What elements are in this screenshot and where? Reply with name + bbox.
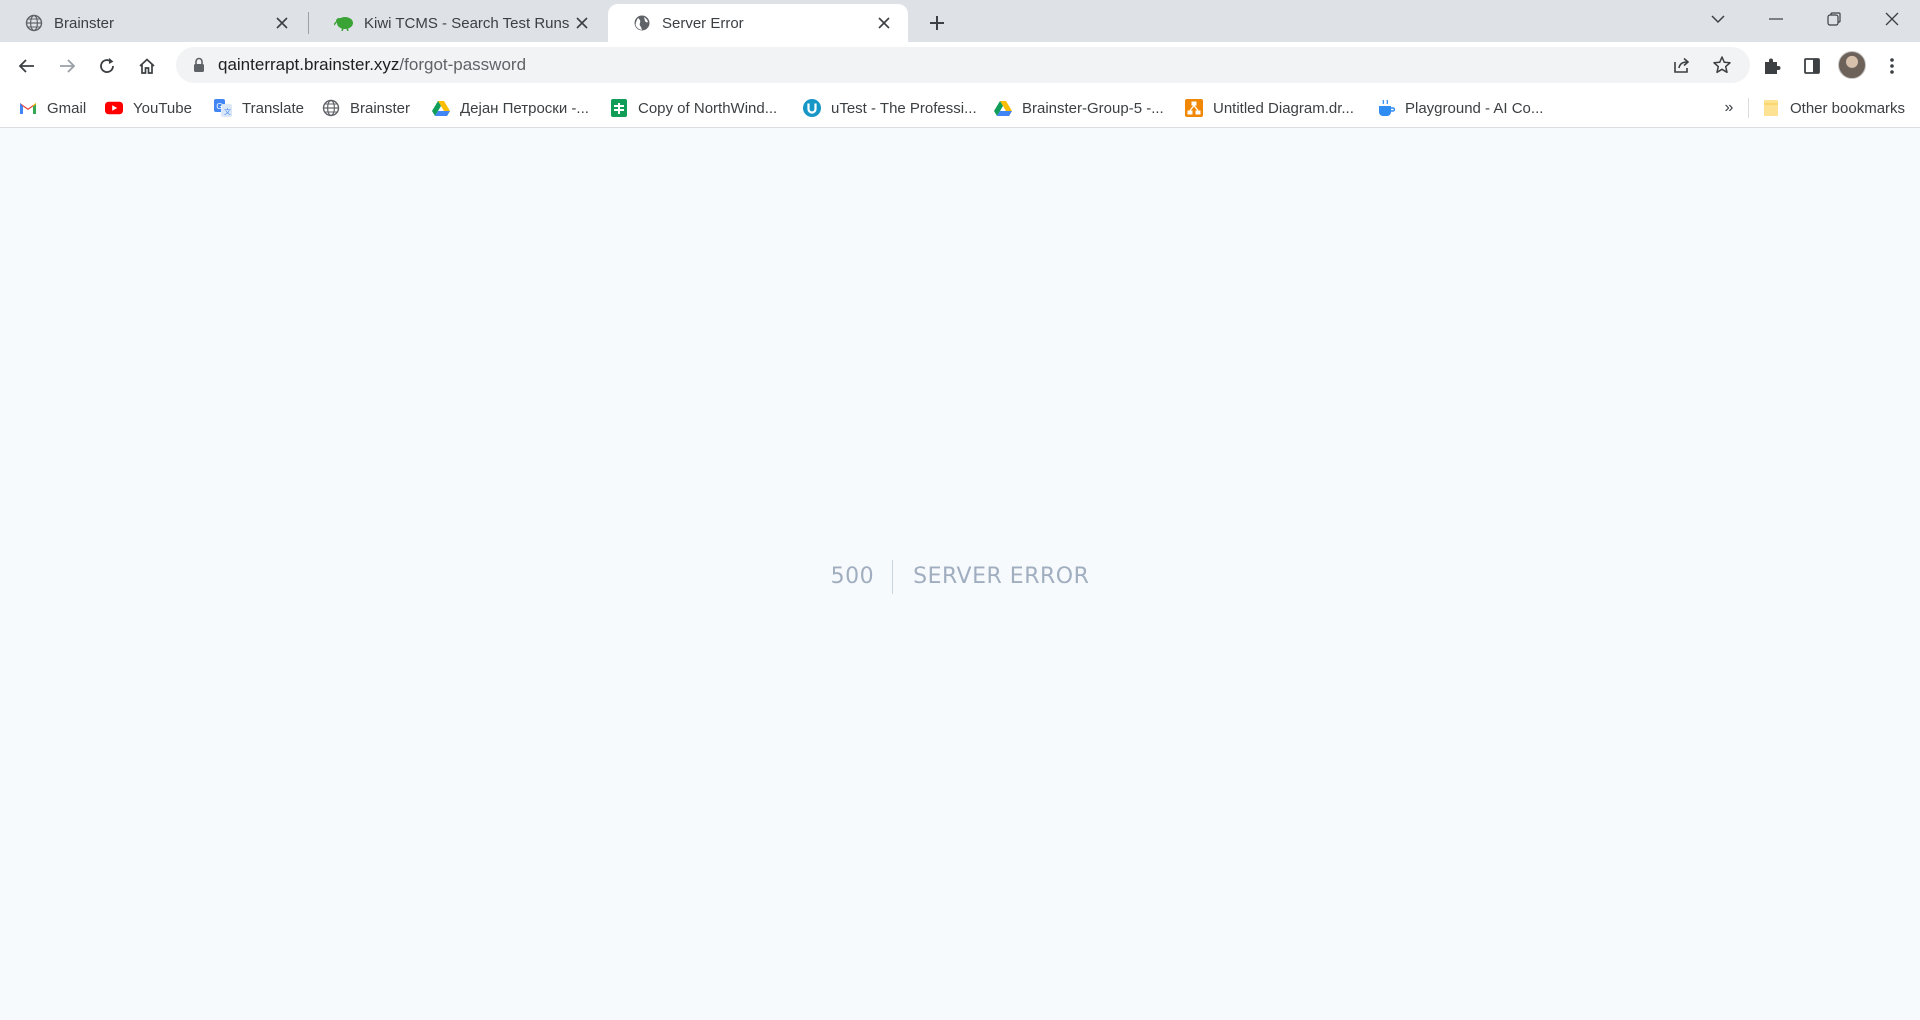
new-tab-button[interactable] <box>922 8 952 38</box>
bookmark-star-button[interactable] <box>1708 51 1736 79</box>
bookmark-label: Playground - AI Co... <box>1405 99 1544 117</box>
bookmarks-overflow-button[interactable]: » <box>1718 96 1740 120</box>
reload-icon <box>100 58 114 73</box>
star-icon <box>1713 56 1731 74</box>
other-bookmarks-label: Other bookmarks <box>1790 99 1906 117</box>
bookmark-label: Brainster-Group-5 -... <box>1022 99 1164 117</box>
url-text[interactable]: qainterrapt.brainster.xyz/forgot-passwor… <box>218 47 526 83</box>
utest-icon <box>803 99 821 117</box>
plus-icon <box>930 16 944 30</box>
arrow-left-icon <box>18 59 34 73</box>
tab-strip: Brainster Kiwi TCMS - Search Test Runs S… <box>0 0 1920 42</box>
bookmark-northwind[interactable]: Copy of NorthWind... <box>610 96 777 120</box>
error-message-block: 500 Server Error <box>831 559 1090 594</box>
tab-title: Brainster <box>54 14 115 32</box>
bookmark-label: Brainster <box>350 99 411 117</box>
tab-kiwi-tcms[interactable]: Kiwi TCMS - Search Test Runs <box>310 4 606 42</box>
minimize-icon <box>1769 18 1783 20</box>
bookmark-label: Untitled Diagram.dr... <box>1213 99 1354 117</box>
restore-button[interactable] <box>1806 0 1862 38</box>
browser-toolbar: qainterrapt.brainster.xyz/forgot-passwor… <box>0 42 1920 88</box>
address-bar[interactable]: qainterrapt.brainster.xyz/forgot-passwor… <box>176 47 1750 83</box>
google-drive-icon <box>432 99 450 117</box>
globe-icon <box>632 13 652 33</box>
google-sheets-icon <box>610 99 628 117</box>
side-panel-icon <box>1804 58 1820 74</box>
error-code: 500 <box>831 559 894 594</box>
url-path: /forgot-password <box>399 55 527 74</box>
bookmark-translate[interactable]: G文 Translate <box>214 96 304 120</box>
menu-button[interactable] <box>1876 50 1908 82</box>
share-button[interactable] <box>1668 51 1696 79</box>
side-panel-button[interactable] <box>1796 50 1828 82</box>
forward-button[interactable] <box>51 50 83 82</box>
svg-text:文: 文 <box>224 107 231 116</box>
arrow-right-icon <box>60 59 76 73</box>
restore-icon <box>1827 12 1841 26</box>
folder-icon <box>1762 99 1780 117</box>
gmail-icon <box>19 99 37 117</box>
profile-avatar[interactable] <box>1838 51 1866 79</box>
youtube-icon <box>105 99 123 117</box>
puzzle-icon <box>1765 58 1781 74</box>
close-window-button[interactable] <box>1864 0 1920 38</box>
tab-title: Kiwi TCMS - Search Test Runs <box>364 14 570 32</box>
kiwi-icon <box>334 13 354 33</box>
globe-icon <box>322 99 340 117</box>
reload-button[interactable] <box>91 50 123 82</box>
tab-search-button[interactable] <box>1690 0 1746 38</box>
tab-brainster[interactable]: Brainster <box>0 4 306 42</box>
lock-icon[interactable] <box>190 56 208 74</box>
bookmark-gmail[interactable]: Gmail <box>19 96 86 120</box>
other-bookmarks[interactable]: Other bookmarks <box>1762 96 1905 120</box>
bookmark-label: uTest - The Professi... <box>831 99 977 117</box>
playground-icon <box>1377 99 1395 117</box>
more-vertical-icon <box>1890 58 1894 74</box>
close-icon[interactable] <box>872 11 896 35</box>
bookmark-label: YouTube <box>133 99 192 117</box>
error-container: 500 Server Error <box>0 129 1920 1020</box>
home-icon <box>139 58 155 74</box>
back-button[interactable] <box>11 50 43 82</box>
close-icon[interactable] <box>570 11 594 35</box>
google-drive-icon <box>994 99 1012 117</box>
translate-icon: G文 <box>214 99 232 117</box>
tab-separator <box>308 12 309 34</box>
bookmark-youtube[interactable]: YouTube <box>105 96 192 120</box>
tab-title: Server Error <box>662 14 744 32</box>
bookmark-playground[interactable]: Playground - AI Co... <box>1377 96 1543 120</box>
close-icon[interactable] <box>270 11 294 35</box>
url-host: qainterrapt.brainster.xyz <box>218 55 400 74</box>
tab-server-error[interactable]: Server Error <box>608 4 908 42</box>
chevron-down-icon <box>1711 15 1725 24</box>
page-content: 500 Server Error <box>0 129 1920 1020</box>
close-icon <box>1885 12 1899 26</box>
bookmark-utest[interactable]: uTest - The Professi... <box>803 96 977 120</box>
bookmarks-divider <box>1748 98 1749 118</box>
drawio-icon <box>1185 99 1203 117</box>
minimize-button[interactable] <box>1748 0 1804 38</box>
svg-text:G: G <box>216 102 222 111</box>
bookmark-label: Дејан Петроски -... <box>460 99 589 117</box>
bookmark-dejan-petroski[interactable]: Дејан Петроски -... <box>432 96 589 120</box>
bookmark-brainster[interactable]: Brainster <box>322 96 410 120</box>
home-button[interactable] <box>131 50 163 82</box>
bookmark-label: Translate <box>242 99 304 117</box>
share-icon <box>1674 57 1690 73</box>
bookmark-brainster-group-5[interactable]: Brainster-Group-5 -... <box>994 96 1164 120</box>
bookmark-label: Gmail <box>47 99 87 117</box>
extensions-button[interactable] <box>1756 50 1788 82</box>
bookmarks-bar: Gmail YouTube G文 Translate Brainster Деј… <box>0 88 1920 128</box>
globe-icon <box>24 13 44 33</box>
bookmark-untitled-diagram[interactable]: Untitled Diagram.dr... <box>1185 96 1354 120</box>
error-message: Server Error <box>913 564 1090 589</box>
bookmark-label: Copy of NorthWind... <box>638 99 778 117</box>
